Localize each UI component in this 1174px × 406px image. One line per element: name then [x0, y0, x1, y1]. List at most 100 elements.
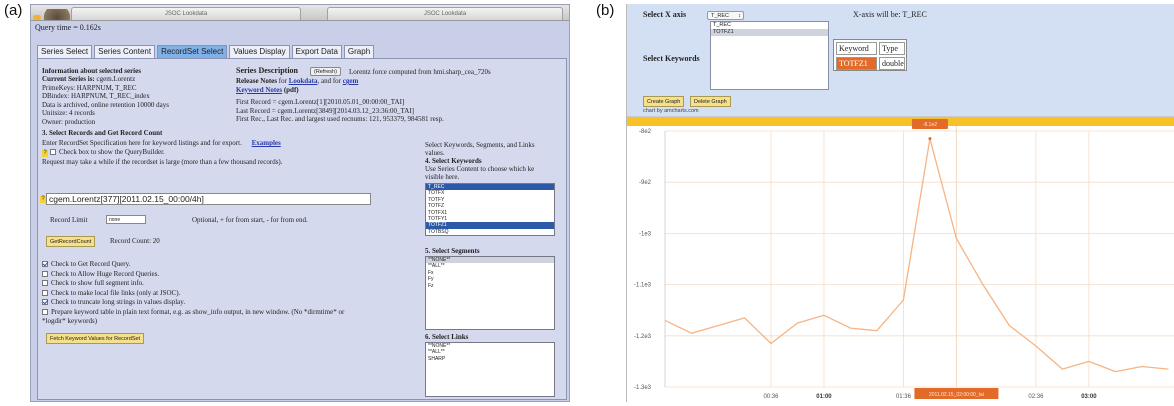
keywords-listbox[interactable]: T_REC TOTFX TOTFY TOTFZ TOTFX1 TOTFY1 TOTFZ1 TO…	[425, 183, 555, 236]
sun-icon	[33, 15, 41, 20]
record-limit-input[interactable]: none	[106, 215, 146, 224]
examples-link[interactable]: Examples	[252, 139, 281, 147]
browser-tab-2[interactable]: JSOC Lookdata	[327, 7, 563, 20]
keyword-option[interactable]: T_REC	[711, 22, 828, 29]
first-record: First Record = cgem.Lorentz[1][2010.05.0…	[236, 98, 405, 106]
segment-option[interactable]: Fz	[426, 283, 554, 289]
link-option[interactable]: SHARP	[426, 356, 554, 362]
enter-spec-label: Enter RecordSet Specification here for k…	[42, 139, 242, 147]
dbindex: DBindex: HARPNUM, T_REC_index	[42, 92, 150, 100]
x-axis-select-value: T_REC	[711, 13, 730, 19]
tab-recordset-select[interactable]: RecordSet Select	[157, 45, 228, 58]
tab-graph[interactable]: Graph	[343, 45, 375, 58]
check-plain-text: Prepare keyword table in plain text form…	[42, 308, 344, 317]
logdir-note: *logdir* keywords)	[42, 316, 98, 325]
querybuilder-checkbox[interactable]	[50, 149, 56, 155]
keyword-option[interactable]: TOTFZ1	[711, 29, 828, 36]
tab-series-content[interactable]: Series Content	[94, 45, 156, 58]
unitsize: Unitsize: 4 records	[42, 109, 95, 117]
help-icon[interactable]: ?	[42, 150, 48, 157]
current-series-value: cgem.Lorentz	[96, 75, 136, 83]
release-notes-for: for	[278, 77, 287, 85]
current-series-label: Current Series is:	[42, 75, 95, 83]
chart-credit: chart by amcharts.com	[643, 108, 699, 114]
segment-info-label: Check to show full segment info.	[51, 279, 144, 287]
segment-info-checkbox[interactable]	[42, 280, 48, 286]
truncate-checkbox[interactable]	[42, 299, 48, 305]
section-3-heading: 3. Select Records and Get Record Count	[42, 129, 163, 137]
y-tick-label: -1.2e3	[634, 334, 652, 340]
local-links-label: Check to make local file links (only at …	[51, 288, 181, 297]
recordset-spec-input[interactable]: cgem.Lorentz[377][2011.02.15_00:00/4h]	[46, 193, 371, 205]
links-listbox[interactable]: **NONE** **ALL** SHARP	[425, 342, 555, 397]
truncate-label: Check to truncate long strings in values…	[51, 298, 186, 306]
record-limit-note: Optional, + for from start, - for from e…	[192, 216, 308, 224]
y-tick-label: -1.1e3	[634, 283, 652, 289]
huge-queries-label: Check to Allow Huge Record Queries.	[51, 269, 160, 278]
main-tabs: Series Select Series Content RecordSet S…	[37, 45, 375, 58]
release-notes-and-for: , and for	[317, 77, 342, 85]
y-tick-label: -1.3e3	[634, 385, 652, 391]
panel-label-b: (b)	[596, 2, 615, 19]
refresh-button[interactable]: (Refresh)	[310, 67, 341, 76]
primekeys: PrimeKeys: HARPNUM, T_REC	[42, 83, 137, 92]
keywords-note-2: visible here.	[425, 173, 460, 181]
keyword-table-header-type: Type	[879, 42, 905, 55]
get-record-count-button[interactable]: GetRecordCount	[46, 236, 96, 247]
tab-export-data[interactable]: Export Data	[291, 45, 342, 58]
create-graph-button[interactable]: Create Graph	[643, 96, 685, 107]
x-tick-label: 02:36	[1028, 394, 1044, 400]
keyword-listbox[interactable]: T_REC TOTFZ1	[710, 21, 829, 90]
owner: Owner: production	[42, 117, 96, 126]
cursor-balloon-label: 2011.02.15_02:00:00_tai	[929, 392, 984, 398]
query-time: Query time = 0.162s	[35, 23, 101, 32]
series-description-text: Lorentz force computed from hmi.sharp_ce…	[349, 68, 491, 76]
cgem-link[interactable]: cgem	[343, 77, 359, 85]
browser-tab-1[interactable]: JSOC Lookdata	[71, 7, 301, 20]
x-tick-label: 00:36	[763, 394, 779, 400]
keyword-notes-link[interactable]: Keyword Notes	[236, 86, 282, 94]
y-tick-label: -9e2	[639, 180, 652, 186]
check-segment-info: Check to show full segment info.	[42, 279, 144, 288]
plain-text-checkbox[interactable]	[42, 308, 48, 315]
panel-label-a: (a)	[4, 2, 23, 19]
huge-queries-checkbox[interactable]	[42, 270, 48, 277]
keyword-table-header-keyword: Keyword	[836, 42, 877, 55]
x-axis-note: X-axis will be: T_REC	[853, 10, 927, 19]
tab-values-display[interactable]: Values Display	[229, 45, 290, 58]
line-chart: -8e2 -9e2 -1e3 -1.1e3 -1.2e3 -1.3e3 00:36 01:00…	[627, 116, 1174, 402]
select-x-axis-label: Select X axis	[643, 10, 687, 19]
lookdata-link[interactable]: Lookdata	[289, 77, 318, 85]
local-links-checkbox[interactable]	[42, 289, 48, 296]
series-description-label: Series Description	[236, 66, 298, 75]
fetch-keyword-values-button[interactable]: Fetch Keyword Values for RecordSet	[46, 333, 145, 344]
plain-text-label: Prepare keyword table in plain text form…	[51, 307, 345, 316]
x-axis-select[interactable]: T_REC ↕	[707, 11, 744, 20]
graph-window: Select X axis T_REC ↕ X-axis will be: T_…	[626, 4, 1174, 402]
keyword-table-cell-keyword[interactable]: TOTFZ1	[836, 57, 877, 70]
check-truncate: Check to truncate long strings in values…	[42, 298, 185, 307]
y-tick-label: -1e3	[639, 231, 652, 237]
pdf-label: (pdf)	[283, 85, 299, 94]
chart-scrollbar	[627, 117, 1174, 126]
release-notes: Release Notes for Lookdata, and for cgem	[236, 77, 358, 86]
get-record-query-checkbox[interactable]	[42, 261, 48, 267]
archive-info: Data is archived, online retention 10000…	[42, 100, 169, 109]
series-line	[664, 138, 1169, 373]
x-tick-label: 03:00	[1081, 394, 1097, 400]
updown-icon: ↕	[738, 13, 741, 19]
delete-graph-button[interactable]: Delete Graph	[690, 96, 731, 107]
keyword-option[interactable]: TOTBSQ	[426, 229, 554, 235]
x-tick-label: 01:36	[896, 394, 912, 400]
querybuilder-label: Check box to show the QueryBuilder.	[59, 148, 165, 156]
jsoc-logo	[37, 9, 77, 20]
lookdata-window: JSOC Lookdata JSOC Lookdata Query time =…	[30, 4, 570, 402]
keyword-table-cell-type: double	[879, 57, 905, 70]
current-series: Current Series is: cgem.Lorentz	[42, 75, 135, 84]
tab-series-select[interactable]: Series Select	[37, 45, 93, 58]
segments-listbox[interactable]: **NONE** **ALL** Fx Fy Fz	[425, 256, 555, 330]
get-record-query-label: Check to Get Record Query.	[51, 260, 131, 268]
enter-spec-text: Enter RecordSet Specification here for k…	[42, 139, 281, 148]
keyword-table: Keyword Type TOTFZ1 double	[833, 39, 907, 71]
last-record: Last Record = cgem.Lorentz[3849][2014.03…	[236, 106, 414, 115]
